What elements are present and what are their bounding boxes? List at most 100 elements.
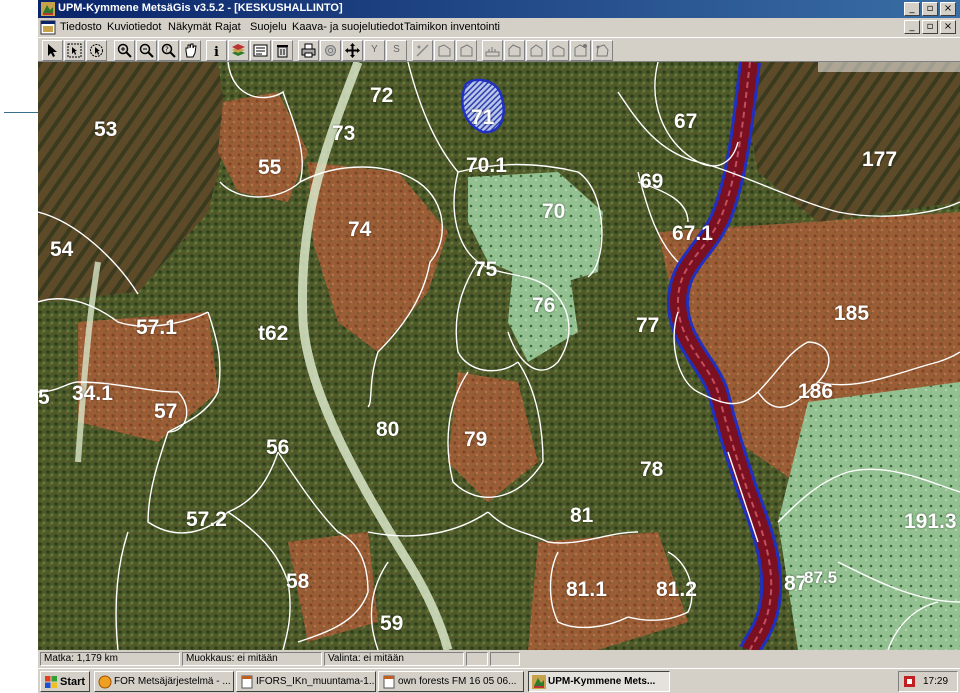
stand-label: 57: [154, 400, 178, 423]
task-own-forests[interactable]: own forests FM 16 05 06...: [378, 671, 524, 692]
stand-label: 74: [348, 218, 372, 241]
legend-icon[interactable]: [250, 40, 271, 61]
window-title: UPM-Kymmene MetsäGis v3.5.2 - [KESKUSHAL…: [58, 2, 343, 14]
select-arrow-icon[interactable]: [42, 40, 63, 61]
menu-tiedosto[interactable]: Tiedosto: [60, 21, 102, 33]
task-label: FOR Metsäjärjestelmä - ...: [114, 676, 231, 687]
stand-label: 70.1: [466, 154, 507, 177]
polygon-icon[interactable]: [456, 40, 477, 61]
print-icon[interactable]: [298, 40, 319, 61]
app-icon: [41, 2, 55, 16]
start-label: Start: [60, 676, 86, 688]
clock: 17:29: [923, 676, 949, 687]
slide-margin: [0, 0, 38, 693]
start-button[interactable]: Start: [40, 671, 90, 692]
menu-kaava-suojelutiedot[interactable]: Kaava- ja suojelutiedot: [292, 21, 403, 33]
menu-suojelu[interactable]: Suojelu: [250, 21, 287, 33]
title-bar: UPM-Kymmene MetsäGis v3.5.2 - [KESKUSHAL…: [38, 0, 960, 18]
stand-label: 177: [862, 148, 898, 171]
edit-line-icon[interactable]: [412, 40, 433, 61]
svg-text:?: ?: [165, 46, 169, 54]
select-circle-icon[interactable]: [86, 40, 107, 61]
menu-nakymat[interactable]: Näkymät: [168, 21, 211, 33]
tray-app-icon[interactable]: [903, 675, 916, 688]
task-upm-kymmene[interactable]: UPM-Kymmene Mets...: [528, 671, 670, 692]
stand-label: 80: [376, 418, 400, 441]
y-tool-icon[interactable]: Y: [364, 40, 385, 61]
browser-icon: [98, 675, 112, 689]
stand-label: 59: [380, 612, 404, 635]
stand-label: 57.2: [186, 508, 227, 531]
status-bar: Matka: 1,179 km Muokkaus: ei mitään Vali…: [38, 650, 960, 668]
map-view[interactable]: 53 72 71 73 67 177 55 70.1 69 70 54 74 6…: [38, 62, 960, 650]
doc-minimize-button[interactable]: _: [904, 20, 920, 34]
minimize-button[interactable]: _: [904, 2, 920, 16]
stand-label: 81.1: [566, 578, 607, 601]
maximize-button[interactable]: ▫: [922, 2, 938, 16]
document-icon[interactable]: [40, 20, 56, 35]
polygon-icon[interactable]: [504, 40, 525, 61]
polygon-icon[interactable]: [570, 40, 591, 61]
stand-label: 55: [258, 156, 282, 179]
stand-label: 57.1: [136, 316, 177, 339]
aerial-photo-map[interactable]: [38, 62, 960, 650]
window-controls: _ ▫ ×: [904, 2, 956, 16]
move-icon[interactable]: [342, 40, 363, 61]
stand-label: 87.5: [804, 568, 838, 587]
doc-close-button[interactable]: ×: [940, 20, 956, 34]
margin-rule: [4, 112, 38, 113]
stand-label: 72: [370, 84, 394, 107]
stand-label: 186: [798, 380, 834, 403]
measure-icon[interactable]: [482, 40, 503, 61]
task-label: IFORS_IKn_muuntama-1...: [256, 676, 376, 687]
stand-label: 81.2: [656, 578, 697, 601]
pan-hand-icon[interactable]: [180, 40, 201, 61]
task-for-metsajarjestelma[interactable]: FOR Metsäjärjestelmä - ...: [94, 671, 234, 692]
doc-restore-button[interactable]: ▫: [922, 20, 938, 34]
menu-rajat[interactable]: Rajat: [215, 21, 241, 33]
zoom-query-icon[interactable]: ?: [158, 40, 179, 61]
map-top-highlight: [818, 62, 960, 72]
system-tray: 17:29: [898, 671, 958, 692]
menu-bar: Tiedosto Kuviotiedot Näkymät Rajat Suoje…: [38, 18, 960, 37]
stand-label: 191.3: [904, 510, 957, 533]
polygon-icon[interactable]: [526, 40, 547, 61]
status-empty-2: [490, 652, 520, 666]
stand-label: 70: [542, 200, 566, 223]
menu-taimikon-inventointi[interactable]: Taimikon inventointi: [404, 21, 500, 33]
select-area-icon[interactable]: [64, 40, 85, 61]
menu-kuviotiedot[interactable]: Kuviotiedot: [107, 21, 161, 33]
zoom-in-icon[interactable]: [114, 40, 135, 61]
status-distance: Matka: 1,179 km: [40, 652, 180, 666]
app-window: UPM-Kymmene MetsäGis v3.5.2 - [KESKUSHAL…: [38, 0, 960, 668]
delete-icon[interactable]: [272, 40, 293, 61]
taskbar: Start FOR Metsäjärjestelmä - ... IFORS_I…: [38, 668, 960, 693]
polygon-icon[interactable]: [592, 40, 613, 61]
settings-icon[interactable]: [320, 40, 341, 61]
task-label: own forests FM 16 05 06...: [398, 676, 517, 687]
close-button[interactable]: ×: [940, 2, 956, 16]
stand-label: 79: [464, 428, 488, 451]
stand-label: 76: [532, 294, 556, 317]
stand-label: 67: [674, 110, 698, 133]
polygon-icon[interactable]: [434, 40, 455, 61]
stand-label: 54: [50, 238, 74, 261]
stand-label: 73: [332, 122, 356, 145]
app-icon: [532, 675, 546, 689]
task-label: UPM-Kymmene Mets...: [548, 676, 656, 687]
task-ifors[interactable]: IFORS_IKn_muuntama-1...: [236, 671, 376, 692]
s-tool-icon[interactable]: S: [386, 40, 407, 61]
polygon-icon[interactable]: [548, 40, 569, 61]
stand-label: 71: [471, 106, 495, 129]
presentation-icon: [383, 675, 395, 689]
stand-label: 81: [570, 504, 594, 527]
info-icon[interactable]: i: [206, 40, 227, 61]
stand-label: 78: [640, 458, 664, 481]
zoom-out-icon[interactable]: [136, 40, 157, 61]
svg-text:i: i: [214, 45, 219, 58]
stand-label: 75: [474, 258, 498, 281]
document-icon: [241, 675, 253, 689]
layers-icon[interactable]: [228, 40, 249, 61]
stand-label: 185: [834, 302, 870, 325]
s-tool-label: S: [393, 44, 400, 55]
